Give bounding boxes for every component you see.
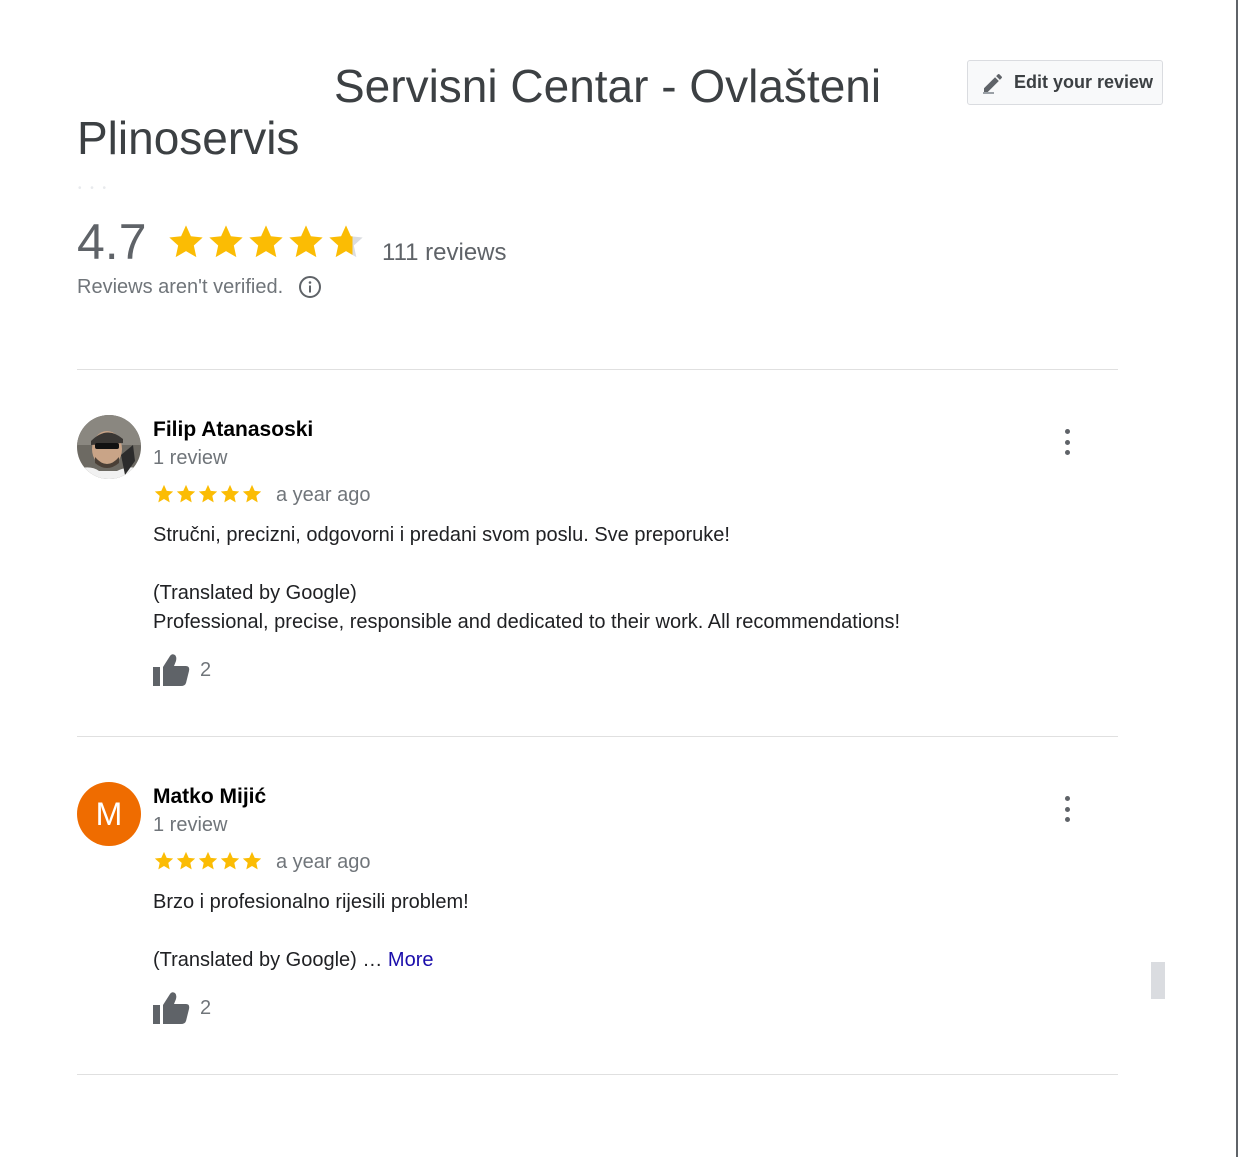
edit-review-label: Edit your review (1014, 72, 1154, 92)
faint-divider-dots: • • • (78, 183, 110, 194)
review-item: Filip Atanasoski 1 review a year ago Str… (77, 415, 1118, 715)
review-author[interactable]: Matko Mijić (153, 784, 266, 810)
star-icon (220, 484, 240, 503)
more-options-icon[interactable] (1057, 796, 1077, 822)
divider (77, 736, 1118, 737)
edit-review-button[interactable]: Edit your review (967, 60, 1163, 105)
more-link[interactable]: More (388, 949, 434, 971)
thumbs-up-icon (153, 992, 190, 1024)
translated-label: (Translated by Google) … (153, 949, 383, 971)
star-icon (209, 225, 243, 258)
star-icon (242, 851, 262, 870)
review-count[interactable]: 111 reviews (382, 238, 507, 268)
avatar[interactable] (77, 415, 141, 479)
review-original-text: Stručni, precizni, odgovorni i predani s… (153, 524, 730, 546)
star-icon (154, 851, 174, 870)
star-icon (242, 484, 262, 503)
review-translated-text: Professional, precise, responsible and d… (153, 611, 901, 633)
unverified-note: Reviews aren't verified. (77, 274, 322, 300)
place-title: Servisni Centar - Ovlašteni (334, 60, 882, 112)
scrollbar-thumb[interactable] (1151, 962, 1165, 999)
like-count: 2 (200, 996, 212, 1019)
star-icon (154, 484, 174, 503)
review-item: M Matko Mijić 1 review a year ago Brzo i… (77, 782, 1118, 1062)
more-options-icon[interactable] (1057, 429, 1077, 455)
star-icon (289, 225, 323, 258)
review-time: a year ago (276, 851, 371, 873)
translated-label-line: (Translated by Google) … More (153, 946, 434, 975)
author-review-count: 1 review (153, 814, 228, 836)
star-icon (220, 851, 240, 870)
pencil-icon (981, 71, 1005, 95)
like-button[interactable]: 2 (153, 991, 211, 1025)
avatar[interactable]: M (77, 782, 141, 846)
star-icon (176, 851, 196, 870)
star-icon (198, 484, 218, 503)
review-author[interactable]: Filip Atanasoski (153, 417, 313, 443)
review-stars (153, 483, 263, 505)
like-button[interactable]: 2 (153, 653, 211, 687)
thumbs-up-icon (153, 654, 190, 686)
star-icon (169, 225, 203, 258)
star-icon (198, 851, 218, 870)
author-review-count: 1 review (153, 447, 228, 469)
divider (77, 369, 1118, 370)
like-count: 2 (200, 658, 212, 681)
star-icon (329, 225, 363, 258)
review-stars (153, 850, 263, 872)
info-icon[interactable] (298, 275, 322, 299)
average-rating: 4.7 (77, 214, 147, 270)
unverified-note-text: Reviews aren't verified. (77, 276, 284, 298)
review-original-text: Brzo i profesionalno rijesili problem! (153, 891, 469, 913)
star-icon (176, 484, 196, 503)
star-icon (249, 225, 283, 258)
divider (77, 1074, 1118, 1075)
review-time: a year ago (276, 484, 371, 506)
average-rating-stars (166, 222, 366, 262)
place-title-continued: Plinoservis (77, 112, 300, 164)
translated-label: (Translated by Google) (153, 582, 357, 604)
